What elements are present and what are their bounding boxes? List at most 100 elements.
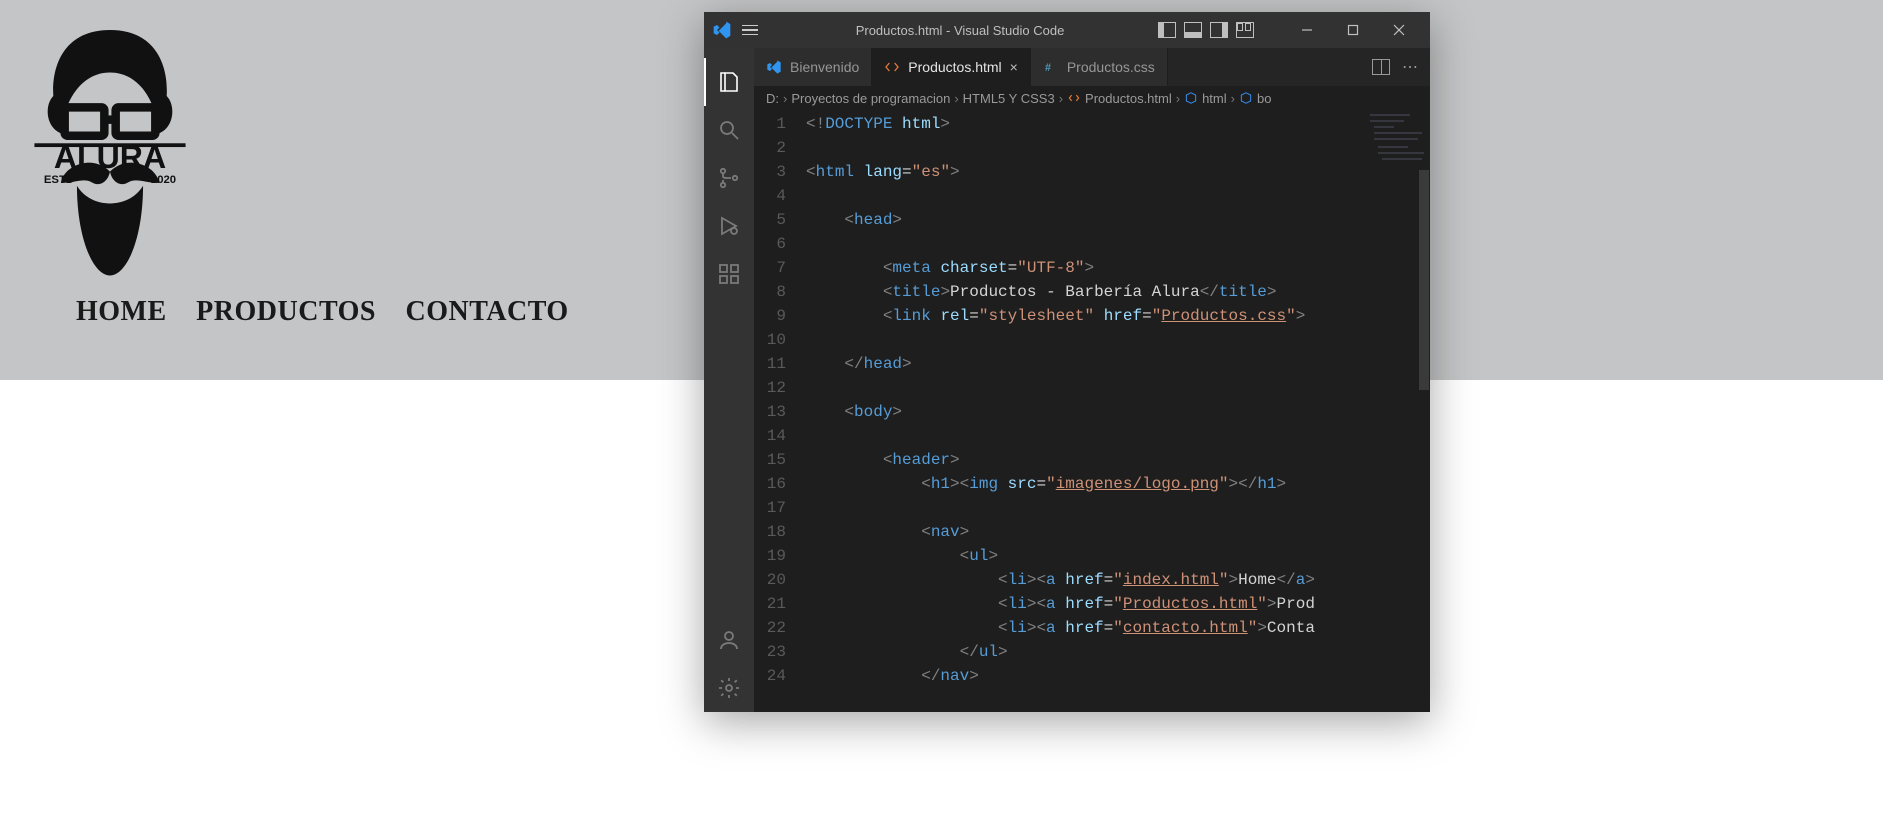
code-line[interactable]: <meta charset="UTF-8"> [806,256,1430,280]
explorer-icon[interactable] [704,58,754,106]
line-number: 7 [754,256,786,280]
tab-bar: Bienvenido Productos.html × # Productos.… [754,48,1430,86]
line-number-gutter: 123456789101112131415161718192021222324 [754,110,806,712]
code-line[interactable]: <li><a href="contacto.html">Conta [806,616,1430,640]
code-line[interactable]: <link rel="stylesheet" href="Productos.c… [806,304,1430,328]
code-line[interactable]: <li><a href="index.html">Home</a> [806,568,1430,592]
code-editor[interactable]: 123456789101112131415161718192021222324 … [754,110,1430,712]
vscode-window: Productos.html - Visual Studio Code [704,12,1430,712]
line-number: 13 [754,400,786,424]
menu-icon[interactable] [742,20,762,40]
extensions-icon[interactable] [704,250,754,298]
code-line[interactable] [806,376,1430,400]
symbol-icon [1239,91,1253,105]
code-line[interactable]: <html lang="es"> [806,160,1430,184]
scrollbar-thumb[interactable] [1419,170,1429,390]
line-number: 14 [754,424,786,448]
line-number: 21 [754,592,786,616]
html-file-icon [884,59,900,75]
toggle-primary-sidebar-icon[interactable] [1158,22,1176,38]
code-line[interactable] [806,424,1430,448]
tab-productos-css[interactable]: # Productos.css [1031,48,1168,86]
logo-text: ALURA [54,139,166,175]
barberia-logo: ALURA ESTD 2020 [20,18,200,278]
code-line[interactable] [806,328,1430,352]
tab-productos-html[interactable]: Productos.html × [872,48,1031,86]
line-number: 17 [754,496,786,520]
code-line[interactable]: <nav> [806,520,1430,544]
line-number: 11 [754,352,786,376]
line-number: 4 [754,184,786,208]
layout-controls [1158,22,1254,38]
line-number: 22 [754,616,786,640]
line-number: 3 [754,160,786,184]
line-number: 15 [754,448,786,472]
code-line[interactable]: <!DOCTYPE html> [806,112,1430,136]
line-number: 9 [754,304,786,328]
html-file-icon [1067,91,1081,105]
code-line[interactable] [806,496,1430,520]
line-number: 6 [754,232,786,256]
code-line[interactable] [806,136,1430,160]
code-line[interactable] [806,232,1430,256]
minimap[interactable] [1368,112,1428,172]
nav-contacto[interactable]: CONTACTO [405,296,568,327]
search-icon[interactable] [704,106,754,154]
split-editor-icon[interactable] [1372,59,1390,75]
accounts-icon[interactable] [704,616,754,664]
close-button[interactable] [1376,12,1422,48]
breadcrumb[interactable]: D: › Proyectos de programacion › HTML5 Y… [754,86,1430,110]
breadcrumb-segment[interactable]: html [1202,91,1227,106]
code-line[interactable]: </nav> [806,664,1430,688]
maximize-button[interactable] [1330,12,1376,48]
code-line[interactable]: <h1><img src="imagenes/logo.png"></h1> [806,472,1430,496]
tab-actions: ⋯ [1360,48,1430,86]
tab-bienvenido[interactable]: Bienvenido [754,48,872,86]
line-number: 19 [754,544,786,568]
code-line[interactable] [806,184,1430,208]
nav-home[interactable]: HOME [76,296,167,327]
line-number: 2 [754,136,786,160]
customize-layout-icon[interactable] [1236,22,1254,38]
svg-text:2020: 2020 [151,174,176,186]
line-number: 20 [754,568,786,592]
breadcrumb-segment[interactable]: Proyectos de programacion [791,91,950,106]
code-line[interactable]: </ul> [806,640,1430,664]
settings-icon[interactable] [704,664,754,712]
breadcrumb-segment[interactable]: HTML5 Y CSS3 [963,91,1055,106]
symbol-icon [1184,91,1198,105]
titlebar[interactable]: Productos.html - Visual Studio Code [704,12,1430,48]
breadcrumb-segment[interactable]: bo [1257,91,1271,106]
line-number: 16 [754,472,786,496]
toggle-panel-icon[interactable] [1184,22,1202,38]
vscode-logo-icon [712,20,732,40]
toggle-secondary-sidebar-icon[interactable] [1210,22,1228,38]
window-title: Productos.html - Visual Studio Code [772,23,1148,38]
code-content[interactable]: <!DOCTYPE html> <html lang="es"> <head> <… [806,110,1430,712]
code-line[interactable]: </head> [806,352,1430,376]
close-tab-icon[interactable]: × [1010,59,1018,75]
more-actions-icon[interactable]: ⋯ [1402,57,1418,77]
code-line[interactable]: <header> [806,448,1430,472]
code-line[interactable]: <ul> [806,544,1430,568]
breadcrumb-drive[interactable]: D: [766,91,779,106]
line-number: 1 [754,112,786,136]
svg-text:ESTD: ESTD [44,174,74,186]
code-line[interactable]: <title>Productos - Barbería Alura</title… [806,280,1430,304]
run-debug-icon[interactable] [704,202,754,250]
line-number: 23 [754,640,786,664]
source-control-icon[interactable] [704,154,754,202]
tab-label: Bienvenido [790,59,859,75]
tab-label: Productos.css [1067,59,1155,75]
breadcrumb-segment[interactable]: Productos.html [1085,91,1172,106]
line-number: 8 [754,280,786,304]
editor-scrollbar[interactable] [1416,170,1430,712]
minimize-button[interactable] [1284,12,1330,48]
nav-productos[interactable]: PRODUCTOS [196,296,376,327]
code-line[interactable]: <head> [806,208,1430,232]
css-file-icon: # [1043,59,1059,75]
line-number: 18 [754,520,786,544]
code-line[interactable]: <li><a href="Productos.html">Prod [806,592,1430,616]
window-controls [1284,12,1422,48]
code-line[interactable]: <body> [806,400,1430,424]
